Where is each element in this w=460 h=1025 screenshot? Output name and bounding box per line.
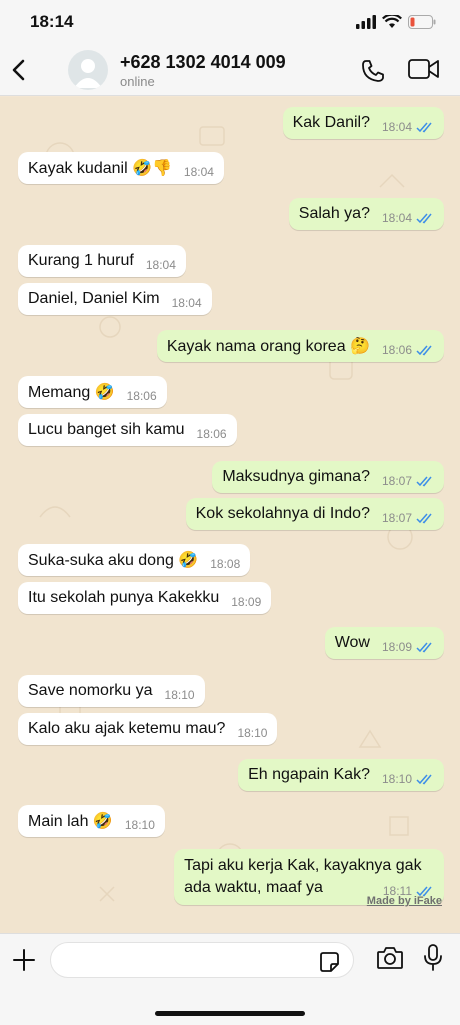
message-time: 18:04 bbox=[183, 165, 214, 179]
phone-call-icon[interactable] bbox=[360, 58, 386, 84]
read-receipt-icon bbox=[416, 476, 432, 486]
message-text: Itu sekolah punya Kakekku bbox=[28, 589, 220, 606]
message-time: 18:06 bbox=[196, 427, 227, 441]
message-time: 18:08 bbox=[210, 557, 241, 571]
chat-header: +628 1302 4014 009 online bbox=[0, 44, 460, 96]
back-chevron-icon[interactable] bbox=[8, 57, 32, 83]
message-text: Lucu banget sih kamu bbox=[28, 421, 185, 438]
message-time: 18:04 bbox=[171, 296, 202, 310]
battery-low-icon bbox=[408, 15, 436, 29]
message-outgoing[interactable]: Kok sekolahnya di Indo? 18:07 bbox=[185, 498, 444, 530]
contact-name[interactable]: +628 1302 4014 009 bbox=[120, 52, 286, 73]
status-icons bbox=[356, 15, 436, 29]
input-bar bbox=[0, 933, 460, 1025]
read-receipt-icon bbox=[416, 774, 432, 784]
message-time: 18:10 bbox=[124, 818, 155, 832]
message-time: 18:10 bbox=[164, 688, 195, 702]
message-text: Kok sekolahnya di Indo? bbox=[195, 505, 370, 522]
message-text-line: Tapi aku kerja Kak, kayaknya gak bbox=[184, 857, 422, 874]
message-incoming[interactable]: Save nomorku ya 18:10 bbox=[18, 675, 205, 707]
microphone-icon[interactable] bbox=[422, 943, 444, 973]
plus-icon[interactable] bbox=[10, 946, 38, 974]
contact-status: online bbox=[120, 74, 155, 89]
contact-avatar[interactable] bbox=[68, 50, 108, 90]
message-incoming[interactable]: Main lah 🤣 18:10 bbox=[18, 805, 165, 837]
message-text: Kalo aku ajak ketemu mau? bbox=[28, 720, 226, 737]
message-time: 18:04 bbox=[381, 211, 412, 225]
message-text: Main lah 🤣 bbox=[28, 813, 113, 830]
camera-icon[interactable] bbox=[376, 945, 404, 971]
read-receipt-icon bbox=[416, 122, 432, 132]
message-text-line: ada waktu, maaf ya bbox=[184, 879, 323, 896]
message-text: Kak Danil? bbox=[292, 114, 370, 131]
message-text: Eh ngapain Kak? bbox=[248, 766, 370, 783]
message-text: Kayak kudanil 🤣👎 bbox=[28, 160, 172, 177]
message-outgoing[interactable]: Wow 18:09 bbox=[324, 627, 444, 659]
sticker-icon[interactable] bbox=[318, 951, 340, 973]
message-text: Memang 🤣 bbox=[28, 384, 115, 401]
message-text: Wow bbox=[334, 634, 370, 651]
read-receipt-icon bbox=[416, 642, 432, 652]
message-time: 18:06 bbox=[381, 343, 412, 357]
message-incoming[interactable]: Kurang 1 huruf 18:04 bbox=[18, 245, 186, 277]
message-time: 18:04 bbox=[381, 120, 412, 134]
message-outgoing[interactable]: Maksudnya gimana? 18:07 bbox=[212, 461, 444, 493]
message-incoming[interactable]: Lucu banget sih kamu 18:06 bbox=[18, 414, 237, 446]
message-incoming[interactable]: Kayak kudanil 🤣👎 18:04 bbox=[18, 152, 224, 184]
wifi-icon bbox=[382, 15, 402, 28]
status-time: 18:14 bbox=[30, 12, 74, 31]
message-time: 18:10 bbox=[237, 726, 268, 740]
read-receipt-icon bbox=[416, 213, 432, 223]
message-text: Salah ya? bbox=[298, 205, 370, 222]
message-text: Save nomorku ya bbox=[28, 682, 153, 699]
message-text: Maksudnya gimana? bbox=[222, 468, 370, 485]
message-input[interactable] bbox=[50, 942, 354, 978]
message-time: 18:07 bbox=[381, 511, 412, 525]
message-incoming[interactable]: Memang 🤣 18:06 bbox=[18, 376, 167, 408]
read-receipt-icon bbox=[416, 345, 432, 355]
message-text: Suka-suka aku dong 🤣 bbox=[28, 552, 199, 569]
message-outgoing[interactable]: Eh ngapain Kak? 18:10 bbox=[238, 759, 444, 791]
home-indicator bbox=[155, 1011, 305, 1016]
message-time: 18:09 bbox=[231, 595, 262, 609]
message-outgoing[interactable]: Salah ya? 18:04 bbox=[288, 198, 444, 230]
message-time: 18:10 bbox=[381, 772, 412, 786]
message-incoming[interactable]: Kalo aku ajak ketemu mau? 18:10 bbox=[18, 713, 278, 745]
chat-area[interactable]: Kak Danil? 18:04 Kayak kudanil 🤣👎 18:04 … bbox=[0, 97, 460, 933]
message-incoming[interactable]: Itu sekolah punya Kakekku 18:09 bbox=[18, 582, 272, 614]
default-avatar-icon bbox=[74, 59, 102, 88]
message-outgoing[interactable]: Kayak nama orang korea 🤔 18:06 bbox=[156, 330, 444, 362]
message-text: Kurang 1 huruf bbox=[28, 252, 134, 269]
signal-icon bbox=[356, 15, 376, 29]
message-text: Kayak nama orang korea 🤔 bbox=[166, 338, 370, 355]
read-receipt-icon bbox=[416, 513, 432, 523]
watermark: Made by iFake bbox=[366, 895, 442, 907]
video-call-icon[interactable] bbox=[408, 58, 440, 80]
message-time: 18:09 bbox=[381, 640, 412, 654]
message-incoming[interactable]: Suka-suka aku dong 🤣 18:08 bbox=[18, 544, 251, 576]
message-text: Daniel, Daniel Kim bbox=[28, 290, 160, 307]
message-time: 18:06 bbox=[126, 389, 157, 403]
message-incoming[interactable]: Daniel, Daniel Kim 18:04 bbox=[18, 283, 212, 315]
message-outgoing[interactable]: Kak Danil? 18:04 bbox=[282, 107, 444, 139]
status-bar: 18:14 bbox=[0, 0, 460, 44]
message-time: 18:04 bbox=[145, 258, 176, 272]
message-time: 18:07 bbox=[381, 474, 412, 488]
